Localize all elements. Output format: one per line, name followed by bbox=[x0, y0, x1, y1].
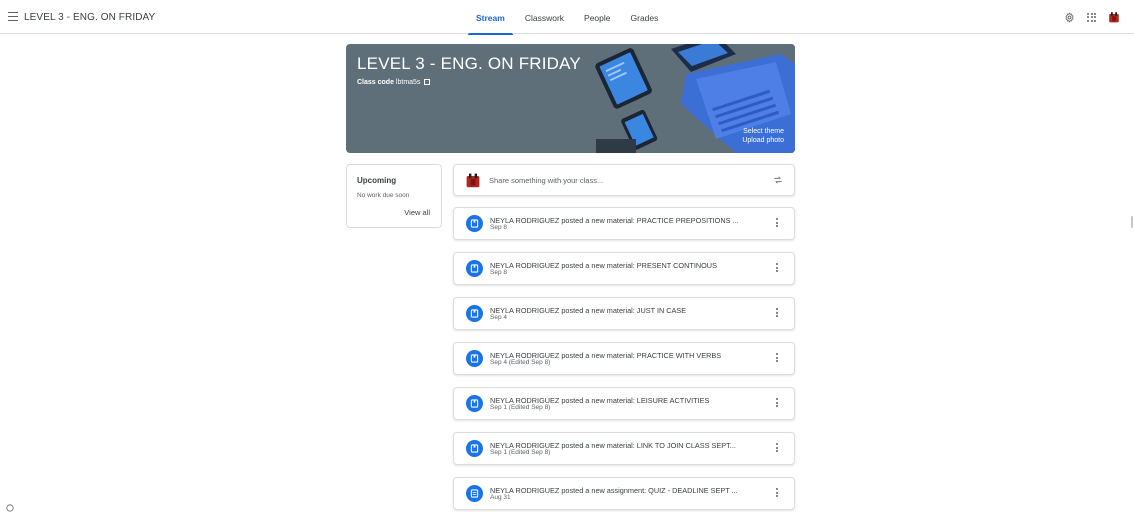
upcoming-card: Upcoming No work due soon View all bbox=[346, 164, 442, 228]
stream-post[interactable]: NEYLA RODRIGUEZ posted a new material: P… bbox=[453, 252, 795, 285]
view-all-button[interactable]: View all bbox=[404, 208, 430, 217]
tab-stream[interactable]: Stream bbox=[466, 0, 515, 35]
repost-icon[interactable] bbox=[773, 175, 783, 185]
material-icon bbox=[466, 215, 483, 232]
upcoming-status: No work due soon bbox=[357, 192, 410, 199]
more-options-icon[interactable] bbox=[776, 218, 779, 230]
more-options-icon[interactable] bbox=[776, 353, 779, 365]
gear-icon[interactable] bbox=[1064, 11, 1075, 23]
material-icon bbox=[466, 260, 483, 277]
post-date: Sep 8 bbox=[490, 224, 507, 231]
side-panel-handle[interactable] bbox=[1131, 216, 1133, 228]
class-code-value: lbtma5s bbox=[395, 79, 421, 86]
more-options-icon[interactable] bbox=[776, 443, 779, 455]
post-title: NEYLA RODRIGUEZ posted a new assignment:… bbox=[490, 486, 738, 495]
material-icon bbox=[466, 305, 483, 322]
fullscreen-icon[interactable] bbox=[424, 79, 431, 85]
material-icon bbox=[466, 440, 483, 457]
nav-tabs: Stream Classwork People Grades bbox=[466, 0, 669, 35]
avatar[interactable] bbox=[1108, 11, 1120, 23]
stream-post[interactable]: NEYLA RODRIGUEZ posted a new material: J… bbox=[453, 297, 795, 330]
more-options-icon[interactable] bbox=[776, 398, 779, 410]
banner-title: LEVEL 3 - ENG. ON FRIDAY bbox=[357, 54, 581, 73]
stream-post[interactable]: NEYLA RODRIGUEZ posted a new material: P… bbox=[453, 207, 795, 240]
top-right-actions bbox=[1052, 11, 1120, 23]
post-title: NEYLA RODRIGUEZ posted a new material: P… bbox=[490, 216, 739, 225]
apps-icon[interactable] bbox=[1087, 12, 1096, 22]
top-app-bar: LEVEL 3 - ENG. ON FRIDAY Stream Classwor… bbox=[0, 0, 1134, 35]
post-date: Sep 4 bbox=[490, 314, 507, 321]
post-date: Sep 1 (Edited Sep 8) bbox=[490, 449, 551, 456]
post-title: NEYLA RODRIGUEZ posted a new material: J… bbox=[490, 306, 687, 315]
avatar bbox=[466, 173, 480, 188]
more-options-icon[interactable] bbox=[776, 308, 779, 320]
post-date: Sep 1 (Edited Sep 8) bbox=[490, 404, 551, 411]
more-options-icon[interactable] bbox=[776, 488, 779, 500]
help-icon[interactable] bbox=[6, 504, 14, 512]
material-icon bbox=[466, 395, 483, 412]
stream-post[interactable]: NEYLA RODRIGUEZ posted a new material: L… bbox=[453, 432, 795, 465]
upload-photo-link[interactable]: Upload photo bbox=[742, 137, 784, 144]
class-title[interactable]: LEVEL 3 - ENG. ON FRIDAY bbox=[24, 12, 155, 23]
tab-grades[interactable]: Grades bbox=[621, 0, 669, 34]
upcoming-title: Upcoming bbox=[357, 176, 397, 185]
assignment-icon bbox=[466, 485, 483, 502]
share-box[interactable]: Share something with your class... bbox=[453, 164, 795, 196]
post-title: NEYLA RODRIGUEZ posted a new material: P… bbox=[490, 261, 717, 270]
post-date: Sep 4 (Edited Sep 8) bbox=[490, 359, 551, 366]
material-icon bbox=[466, 350, 483, 367]
class-code-label: Class code bbox=[357, 79, 394, 86]
stream-post[interactable]: NEYLA RODRIGUEZ posted a new material: L… bbox=[453, 387, 795, 420]
stream-post[interactable]: NEYLA RODRIGUEZ posted a new material: P… bbox=[453, 342, 795, 375]
class-banner: LEVEL 3 - ENG. ON FRIDAY Class code lbtm… bbox=[346, 44, 795, 153]
more-options-icon[interactable] bbox=[776, 263, 779, 275]
tab-classwork[interactable]: Classwork bbox=[515, 0, 574, 34]
select-theme-link[interactable]: Select theme bbox=[743, 128, 784, 135]
share-input[interactable]: Share something with your class... bbox=[489, 176, 603, 185]
stream-post[interactable]: NEYLA RODRIGUEZ posted a new assignment:… bbox=[453, 477, 795, 510]
menu-icon[interactable] bbox=[8, 12, 18, 21]
tab-people[interactable]: People bbox=[574, 0, 620, 34]
post-date: Sep 8 bbox=[490, 269, 507, 276]
post-date: Aug 31 bbox=[490, 494, 511, 501]
class-code: Class code lbtma5s bbox=[357, 79, 431, 86]
